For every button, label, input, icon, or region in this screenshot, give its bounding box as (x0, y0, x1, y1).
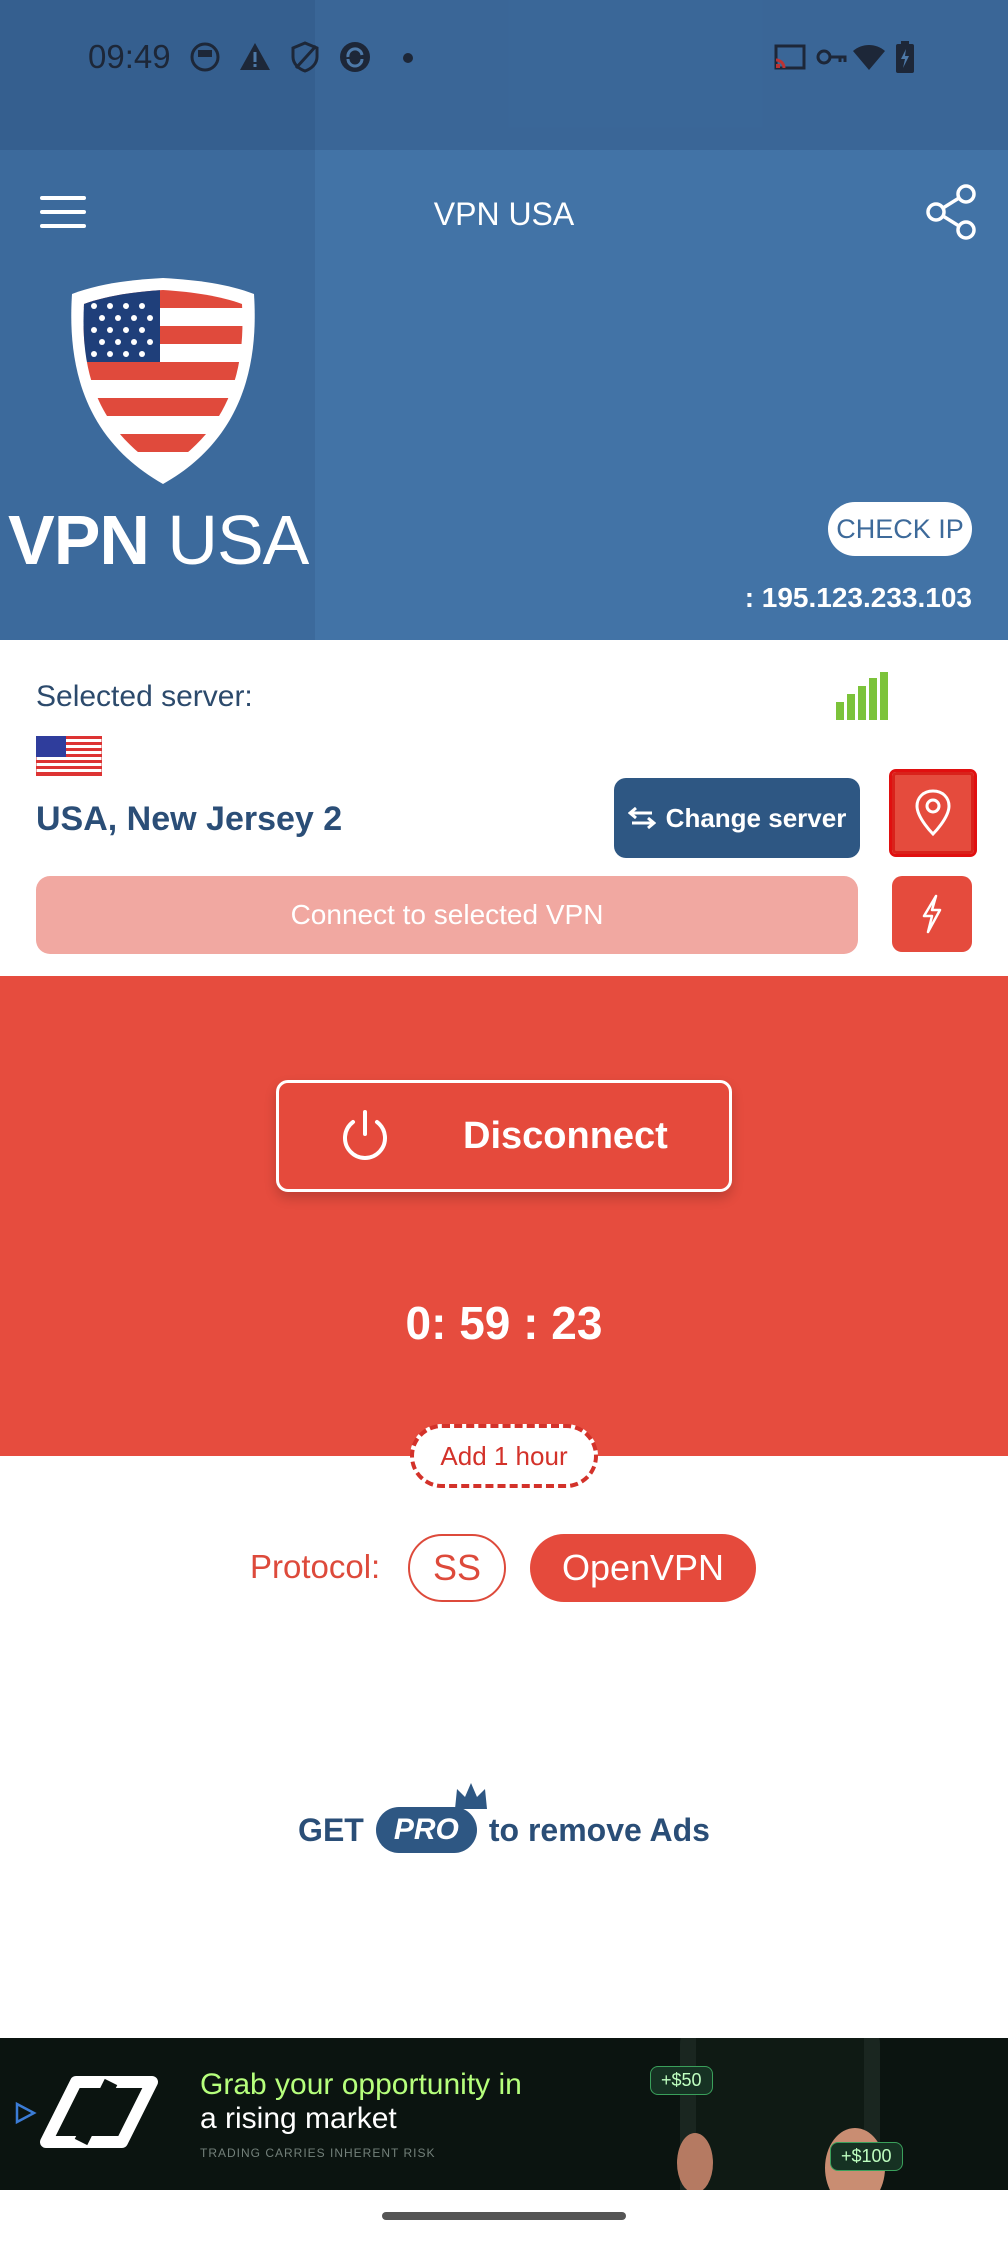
get-pro-link[interactable]: GET PRO to remove Ads (0, 1783, 1008, 1860)
protocol-label: Protocol: (250, 1548, 381, 1585)
pro-label: PRO (393, 1813, 459, 1846)
promo-get: GET (298, 1811, 364, 1848)
disconnect-button[interactable]: Disconnect (276, 1080, 732, 1192)
swap-arrows-icon (627, 806, 656, 830)
change-server-button[interactable]: Change server (614, 778, 860, 858)
location-button[interactable] (889, 769, 977, 857)
menu-icon[interactable] (40, 196, 86, 230)
add-hour-button[interactable]: Add 1 hour (410, 1424, 598, 1488)
ad-phone-image: +$50 +$100 (620, 2038, 1000, 2190)
ad-chip-100: +$100 (830, 2142, 903, 2171)
cast-icon (774, 44, 806, 70)
connect-selected-vpn-button[interactable]: Connect to selected VPN (36, 876, 858, 954)
session-timer: 0: 59 : 23 (405, 1297, 603, 1349)
ad-disclaimer: TRADING CARRIES INHERENT RISK (200, 2146, 436, 2160)
wifi-icon (853, 45, 885, 70)
pro-badge: PRO (375, 1783, 487, 1853)
protocol-openvpn-button[interactable]: OpenVPN (530, 1534, 756, 1602)
brand-light: USA (167, 501, 309, 579)
vpn-key-icon (816, 49, 847, 65)
change-server-label: Change server (665, 802, 847, 833)
connection-panel (0, 976, 1008, 1456)
ip-address: : 195.123.233.103 (744, 582, 972, 613)
ad-banner[interactable]: Grab your opportunity in a rising market… (0, 2038, 1008, 2190)
server-name: USA, New Jersey 2 (36, 800, 343, 838)
status-time: 09:49 (88, 38, 171, 75)
us-flag-icon (36, 736, 102, 776)
battery-icon (896, 41, 914, 73)
ad-subheadline: a rising market (200, 2102, 397, 2135)
crown-icon (454, 1783, 487, 1809)
signal-strength-icon (836, 672, 888, 720)
ad-headline: Grab your opportunity in (200, 2068, 522, 2101)
warning-icon (240, 43, 270, 70)
vpn-shield-icon (291, 41, 319, 73)
notification-dot-icon (403, 53, 413, 63)
sync-icon (340, 42, 370, 72)
share-icon[interactable] (922, 182, 982, 242)
protocol-ss-button[interactable]: SS (408, 1534, 506, 1602)
brand-wordmark: VPN USA (8, 500, 309, 580)
disconnect-label: Disconnect (463, 1114, 668, 1157)
home-indicator[interactable] (382, 2212, 626, 2220)
brand-bold: VPN (8, 501, 150, 579)
ad-choices-icon[interactable] (12, 2100, 38, 2126)
phone-illustration (677, 2038, 885, 2190)
quick-connect-button[interactable] (892, 876, 972, 952)
advertiser-logo (40, 2076, 158, 2148)
shield-face-icon (190, 42, 220, 72)
promo-suffix: to remove Ads (488, 1811, 710, 1848)
ad-chip-50: +$50 (650, 2066, 713, 2095)
selected-server-label: Selected server: (36, 680, 253, 713)
lightning-icon (922, 894, 942, 934)
check-ip-button[interactable]: CHECK IP (828, 502, 972, 556)
location-pin-icon (915, 789, 951, 837)
us-flag-shield-logo (71, 278, 255, 484)
power-icon (343, 1110, 387, 1160)
app-title: VPN USA (433, 196, 575, 232)
